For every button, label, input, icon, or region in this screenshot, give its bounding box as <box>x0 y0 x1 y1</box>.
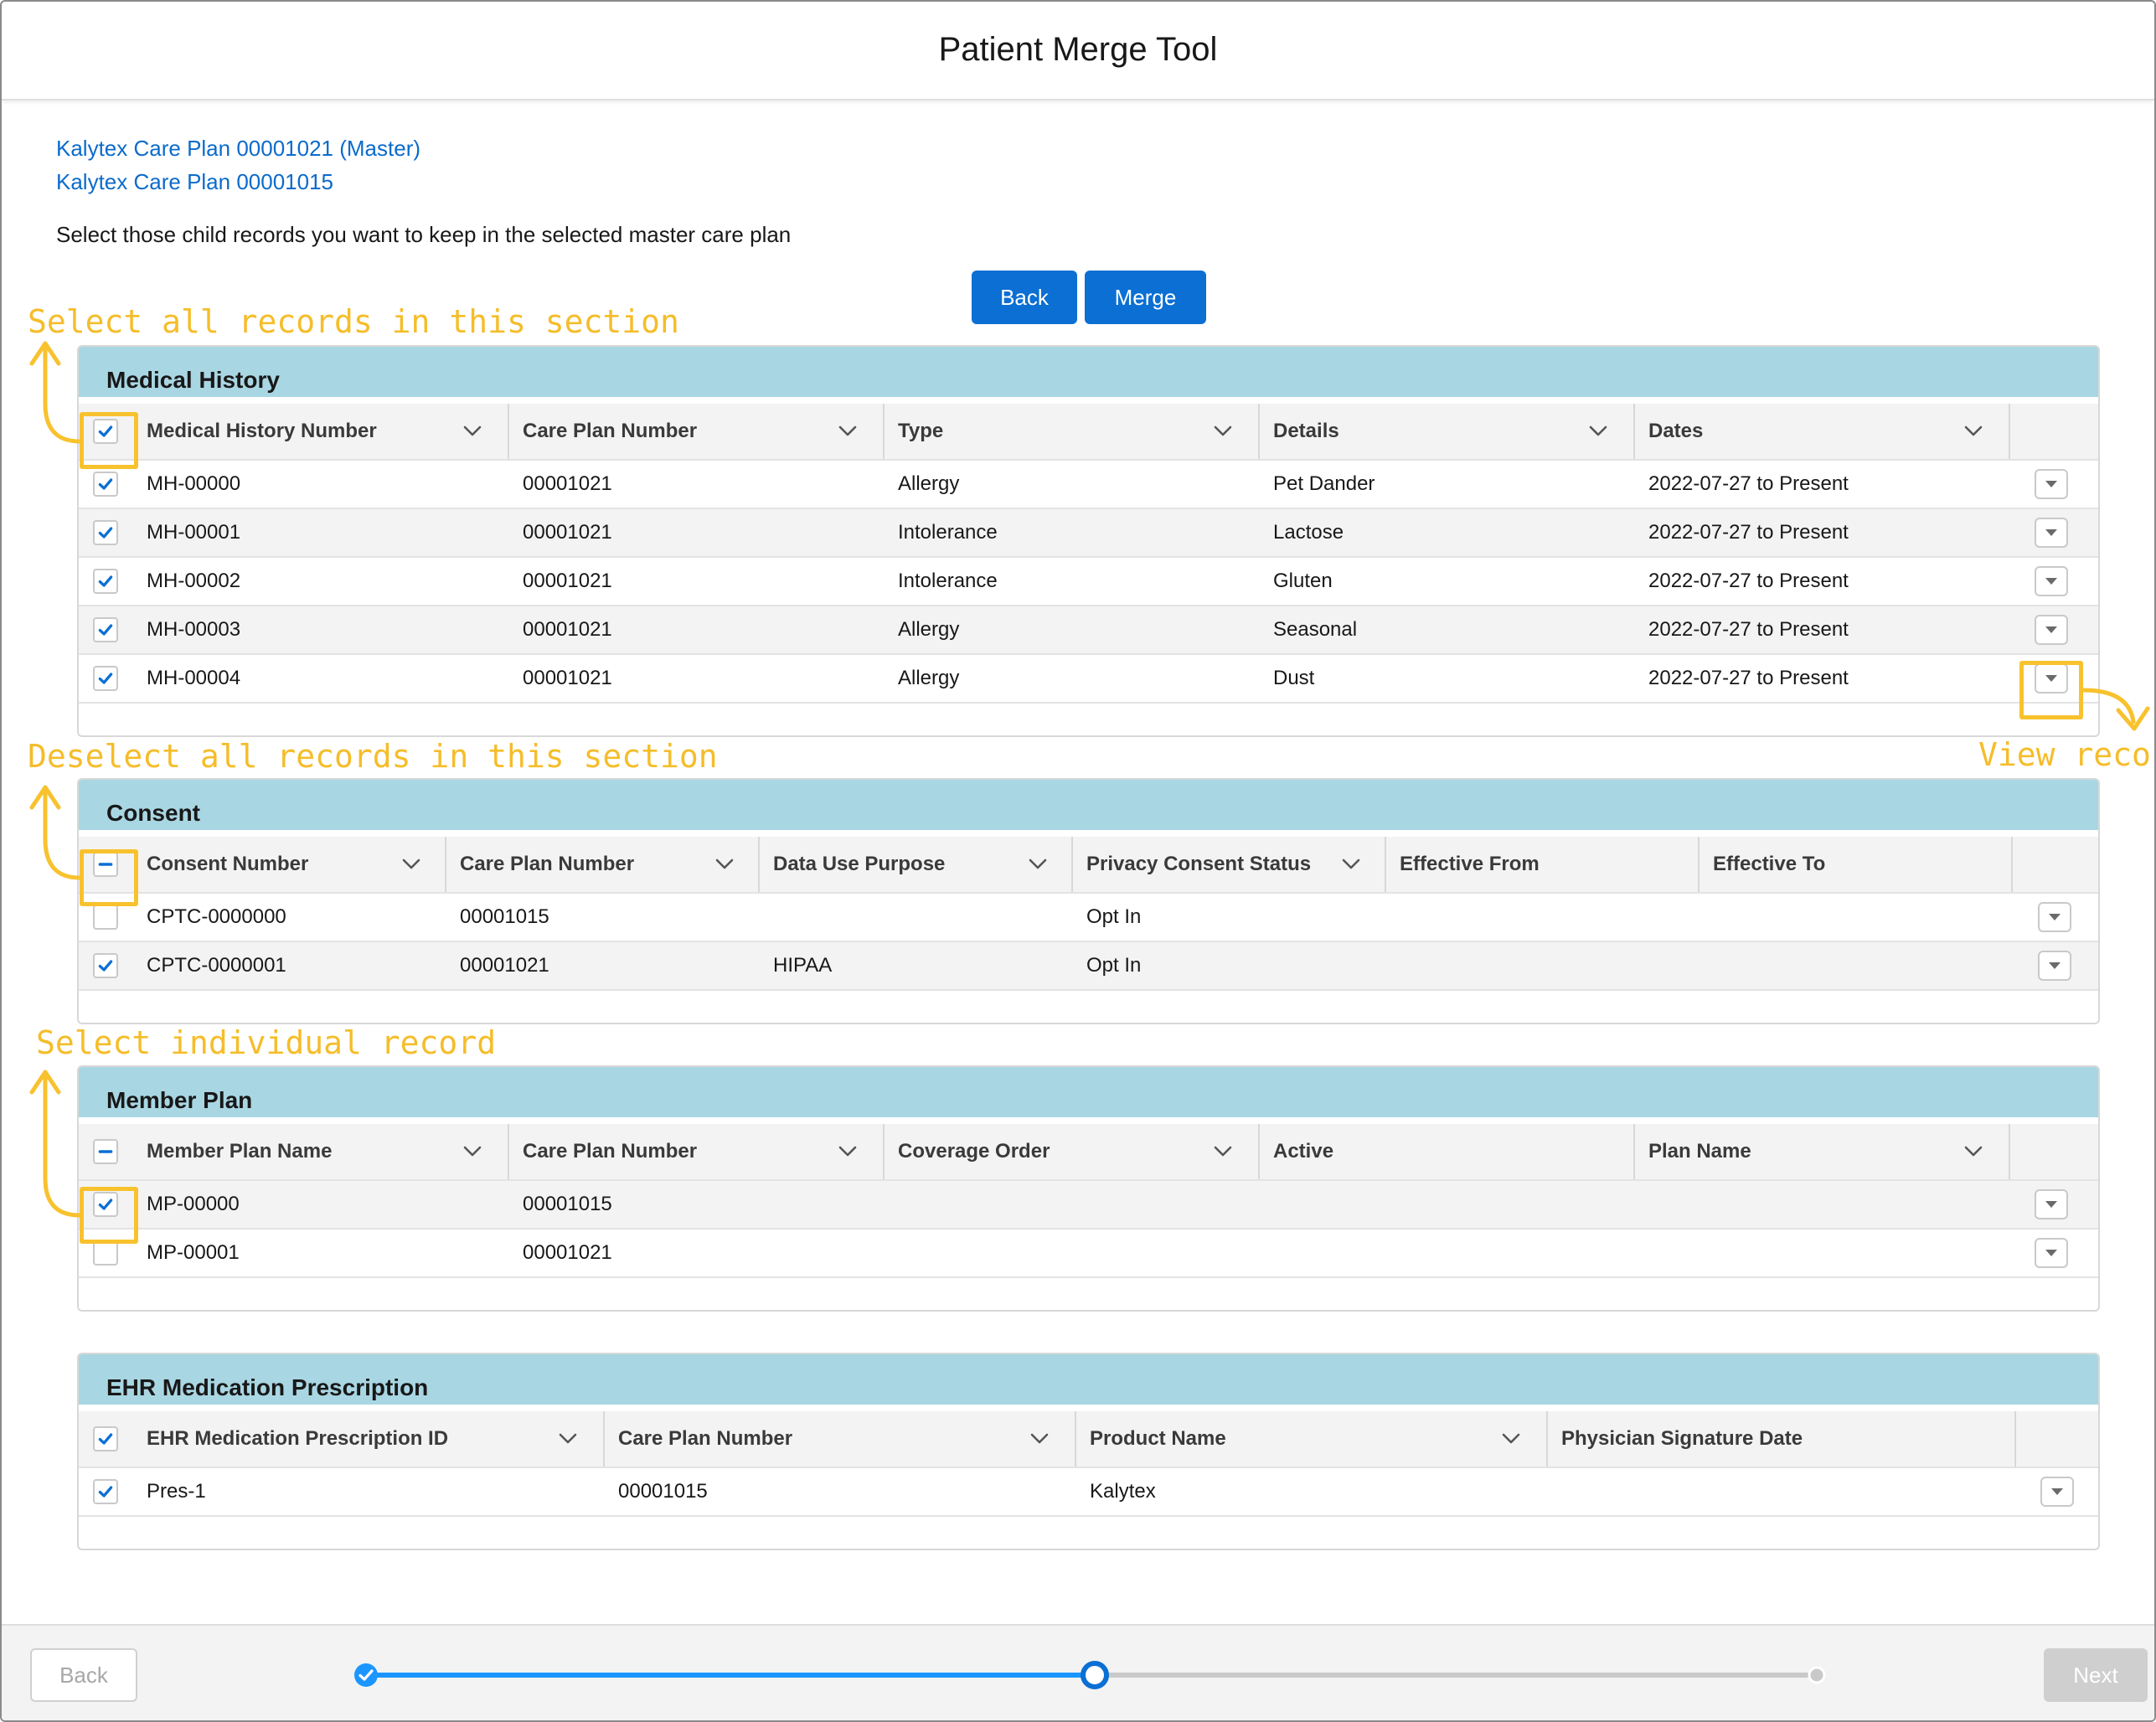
footer-next-button[interactable]: Next <box>2044 1648 2148 1702</box>
step-current-icon <box>1081 1661 1109 1689</box>
progress-indicator <box>354 1661 1826 1689</box>
merge-modal: Patient Merge Tool Kalytex Care Plan 000… <box>0 0 2156 1722</box>
annotation-arrows <box>29 341 2150 1218</box>
step-complete-icon <box>354 1663 378 1687</box>
footer-back-button[interactable]: Back <box>30 1648 137 1702</box>
modal-footer: Back Next <box>2 1624 2154 1720</box>
step-pending-icon <box>1808 1666 1826 1684</box>
